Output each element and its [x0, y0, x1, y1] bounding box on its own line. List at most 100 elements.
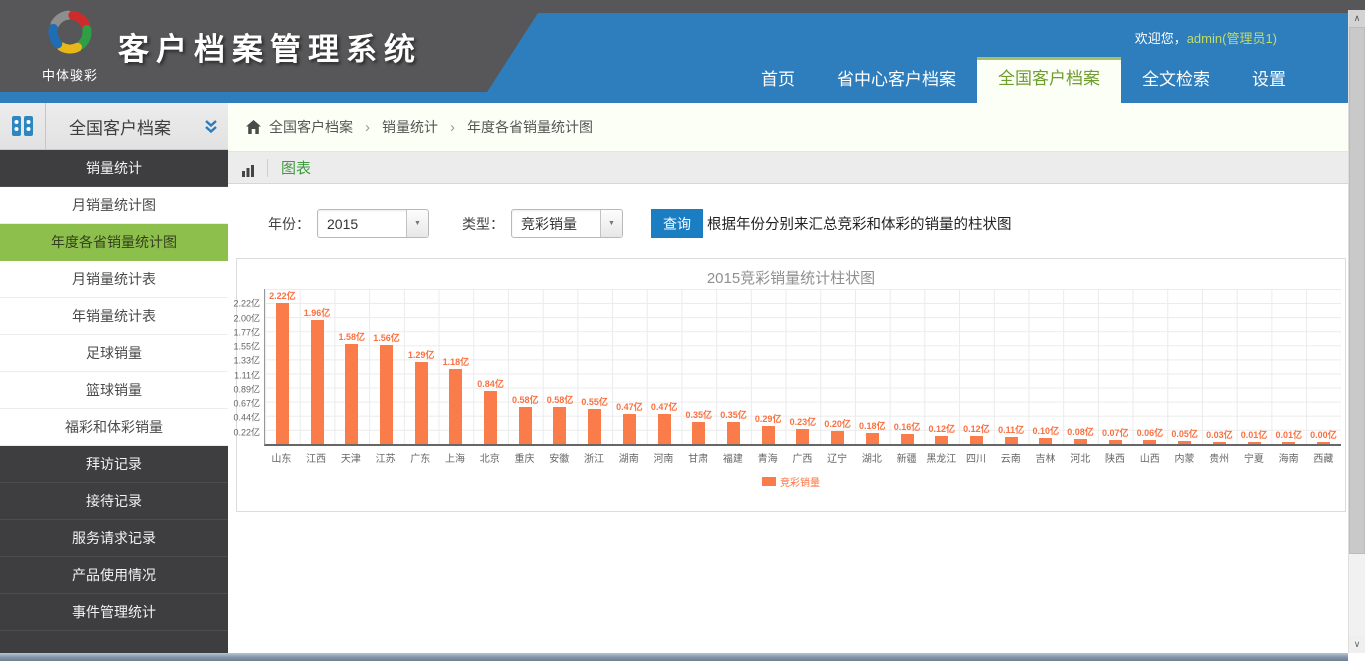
bar[interactable]: [1213, 442, 1226, 444]
sidebar-item-service-request-records[interactable]: 服务请求记录: [0, 520, 228, 557]
y-tick-label: 0.22亿: [233, 425, 260, 438]
sidebar-item-monthly-sales-table[interactable]: 月销量统计表: [0, 261, 228, 298]
breadcrumb-item-national-archive[interactable]: 全国客户档案: [269, 117, 353, 137]
x-axis-label: 河南: [646, 450, 681, 465]
bar-slot: 0.08亿: [1063, 289, 1098, 444]
sidebar-item-annual-province-sales-chart[interactable]: 年度各省销量统计图: [0, 224, 228, 261]
vertical-scrollbar[interactable]: ∧ ∨: [1348, 10, 1365, 653]
collapse-chevron-icon[interactable]: [194, 119, 228, 134]
bar[interactable]: [1178, 441, 1191, 444]
logo-text: 中体骏彩: [22, 65, 118, 84]
sidebar-item-product-usage[interactable]: 产品使用情况: [0, 557, 228, 594]
y-tick-label: 1.77亿: [233, 325, 260, 338]
scroll-up-icon[interactable]: ∧: [1349, 10, 1365, 27]
legend-label: 竞彩销量: [780, 474, 820, 489]
bar[interactable]: [796, 429, 809, 444]
bar-slot: 0.35亿: [681, 289, 716, 444]
bar-slot: 0.58亿: [543, 289, 578, 444]
chevron-down-icon[interactable]: ▼: [600, 210, 622, 237]
bar[interactable]: [380, 345, 393, 444]
bar-value-label: 0.07亿: [1102, 426, 1129, 439]
bar[interactable]: [484, 391, 497, 444]
bar[interactable]: [866, 433, 879, 444]
content: 全国客户档案 › 销量统计 › 年度各省销量统计图 图表 年份： 2015 ▼ …: [228, 103, 1348, 653]
bar[interactable]: [1317, 442, 1330, 444]
bar-slot: 0.12亿: [959, 289, 994, 444]
bar[interactable]: [901, 434, 914, 444]
home-icon[interactable]: [246, 120, 261, 134]
bar[interactable]: [692, 422, 705, 444]
bar[interactable]: [519, 407, 532, 444]
breadcrumb-item-sales-stats[interactable]: 销量统计: [382, 117, 438, 137]
bar[interactable]: [1109, 440, 1122, 444]
logo: 中体骏彩: [22, 6, 118, 84]
bar[interactable]: [1074, 439, 1087, 444]
bar-value-label: 0.03亿: [1206, 428, 1233, 441]
sidebar-header[interactable]: 全国客户档案: [0, 103, 228, 150]
bar-slot: 1.29亿: [404, 289, 439, 444]
welcome-user[interactable]: admin(管理员1): [1187, 31, 1277, 46]
horizontal-scrollbar[interactable]: [0, 653, 1348, 661]
sidebar-item-sales-stats[interactable]: 销量统计: [0, 150, 228, 187]
search-button[interactable]: 查询: [651, 209, 703, 238]
bar-value-label: 1.18亿: [443, 355, 470, 368]
bar[interactable]: [1248, 442, 1261, 444]
bar[interactable]: [935, 436, 948, 444]
bar-value-label: 1.58亿: [338, 330, 365, 343]
x-axis-label: 黑龙江: [924, 450, 959, 465]
chevron-down-icon[interactable]: ▼: [406, 210, 428, 237]
bar-value-label: 0.11亿: [998, 423, 1024, 436]
bar[interactable]: [553, 407, 566, 444]
sidebar-item-visit-records[interactable]: 拜访记录: [0, 446, 228, 483]
bar[interactable]: [1039, 438, 1052, 444]
bar-slot: 0.01亿: [1237, 289, 1272, 444]
type-select[interactable]: 竞彩销量 ▼: [511, 209, 623, 238]
breadcrumb-item-annual-province-chart[interactable]: 年度各省销量统计图: [467, 117, 593, 137]
scroll-down-icon[interactable]: ∨: [1349, 636, 1365, 653]
bar-value-label: 0.35亿: [720, 408, 747, 421]
year-select[interactable]: 2015 ▼: [317, 209, 429, 238]
bar[interactable]: [311, 320, 324, 444]
y-tick-label: 0.89亿: [233, 382, 260, 395]
chart-legend[interactable]: 竞彩销量: [237, 474, 1345, 489]
sidebar-item-monthly-sales-chart[interactable]: 月销量统计图: [0, 187, 228, 224]
bar[interactable]: [1143, 440, 1156, 444]
page: 中体骏彩 客户档案管理系统 欢迎您，admin(管理员1) 首页 省中心客户档案…: [0, 0, 1365, 661]
sidebar-item-annual-sales-table[interactable]: 年销量统计表: [0, 298, 228, 335]
sidebar-item-reception-records[interactable]: 接待记录: [0, 483, 228, 520]
bar[interactable]: [449, 369, 462, 444]
nav-item-fulltext-search[interactable]: 全文检索: [1121, 63, 1231, 103]
bar[interactable]: [415, 362, 428, 444]
bar[interactable]: [970, 436, 983, 444]
bar-value-label: 0.84亿: [477, 377, 504, 390]
sidebar-item-event-management-stats[interactable]: 事件管理统计: [0, 594, 228, 631]
nav-item-province-archive[interactable]: 省中心客户档案: [816, 63, 977, 103]
vertical-scrollbar-thumb[interactable]: [1349, 27, 1365, 554]
x-axis-label: 内蒙: [1167, 450, 1202, 465]
bar[interactable]: [588, 409, 601, 444]
sidebar-item-football-sales[interactable]: 足球销量: [0, 335, 228, 372]
bar-slot: 0.07亿: [1098, 289, 1133, 444]
bar[interactable]: [276, 303, 289, 444]
sidebar-item-welfare-sports-lottery-sales[interactable]: 福彩和体彩销量: [0, 409, 228, 446]
bar[interactable]: [727, 422, 740, 444]
sidebar-title: 全国客户档案: [46, 114, 194, 139]
bar-slot: 0.35亿: [716, 289, 751, 444]
bar[interactable]: [762, 426, 775, 444]
nav-item-settings[interactable]: 设置: [1231, 63, 1307, 103]
x-axis-label: 天津: [333, 450, 368, 465]
nav-item-home[interactable]: 首页: [740, 63, 816, 103]
sidebar-item-basketball-sales[interactable]: 篮球销量: [0, 372, 228, 409]
chart-plot: 2.22亿1.96亿1.58亿1.56亿1.29亿1.18亿0.84亿0.58亿…: [264, 289, 1341, 446]
x-axis-label: 辽宁: [820, 450, 855, 465]
bar[interactable]: [345, 344, 358, 444]
welcome-message: 欢迎您，admin(管理员1): [1135, 28, 1277, 47]
bar[interactable]: [1005, 437, 1018, 444]
tab-chart[interactable]: 图表: [281, 157, 311, 178]
bar[interactable]: [831, 431, 844, 444]
legend-swatch-icon: [762, 477, 776, 486]
bar[interactable]: [623, 414, 636, 444]
nav-item-national-archive[interactable]: 全国客户档案: [977, 57, 1121, 103]
bar[interactable]: [658, 414, 671, 444]
bar[interactable]: [1282, 442, 1295, 444]
